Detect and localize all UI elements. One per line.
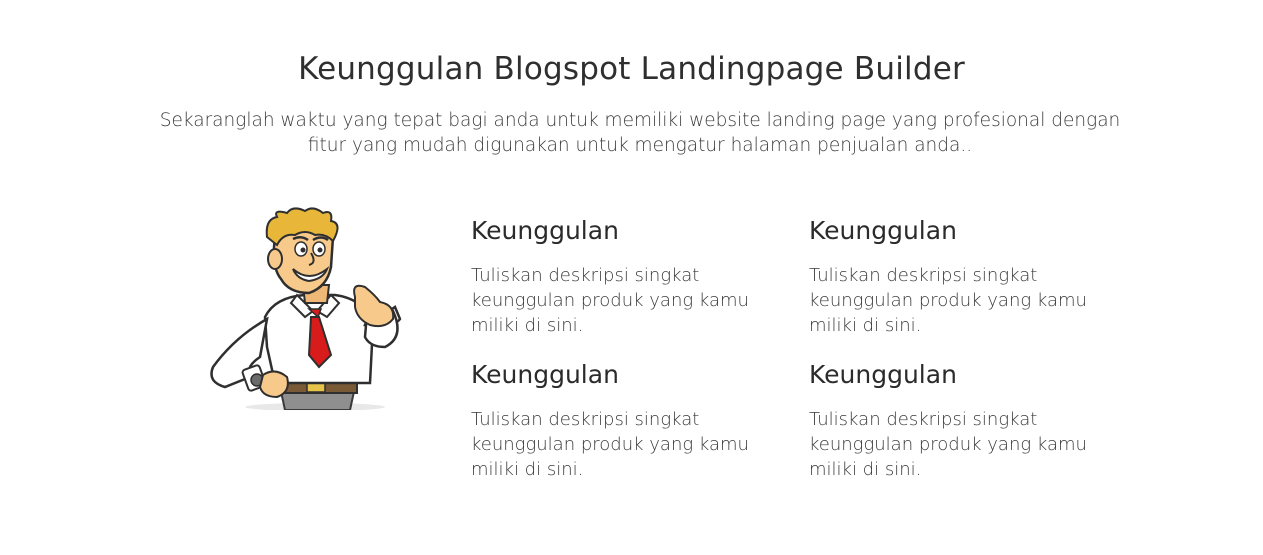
feature-description: Tuliskan deskripsi singkat keunggulan pr… — [809, 265, 1087, 336]
feature-title: Keunggulan — [809, 216, 957, 245]
feature-item: Keunggulan Tuliskan deskripsi singkat ke… — [809, 214, 1129, 338]
section-subtitle: Sekaranglah waktu yang tepat bagi anda u… — [159, 110, 1121, 156]
feature-description: Tuliskan deskripsi singkat keunggulan pr… — [471, 265, 749, 336]
feature-title: Keunggulan — [471, 216, 619, 245]
feature-item: Keunggulan Tuliskan deskripsi singkat ke… — [809, 358, 1129, 482]
feature-title: Keunggulan — [471, 360, 619, 389]
feature-item: Keunggulan Tuliskan deskripsi singkat ke… — [471, 358, 791, 482]
section-title: Keunggulan Blogspot Landingpage Builder — [298, 51, 965, 87]
feature-description: Tuliskan deskripsi singkat keunggulan pr… — [809, 409, 1087, 480]
feature-title: Keunggulan — [809, 360, 957, 389]
feature-description: Tuliskan deskripsi singkat keunggulan pr… — [471, 409, 749, 480]
businessman-thumbs-up-illustration — [205, 207, 405, 411]
feature-item: Keunggulan Tuliskan deskripsi singkat ke… — [471, 214, 791, 338]
